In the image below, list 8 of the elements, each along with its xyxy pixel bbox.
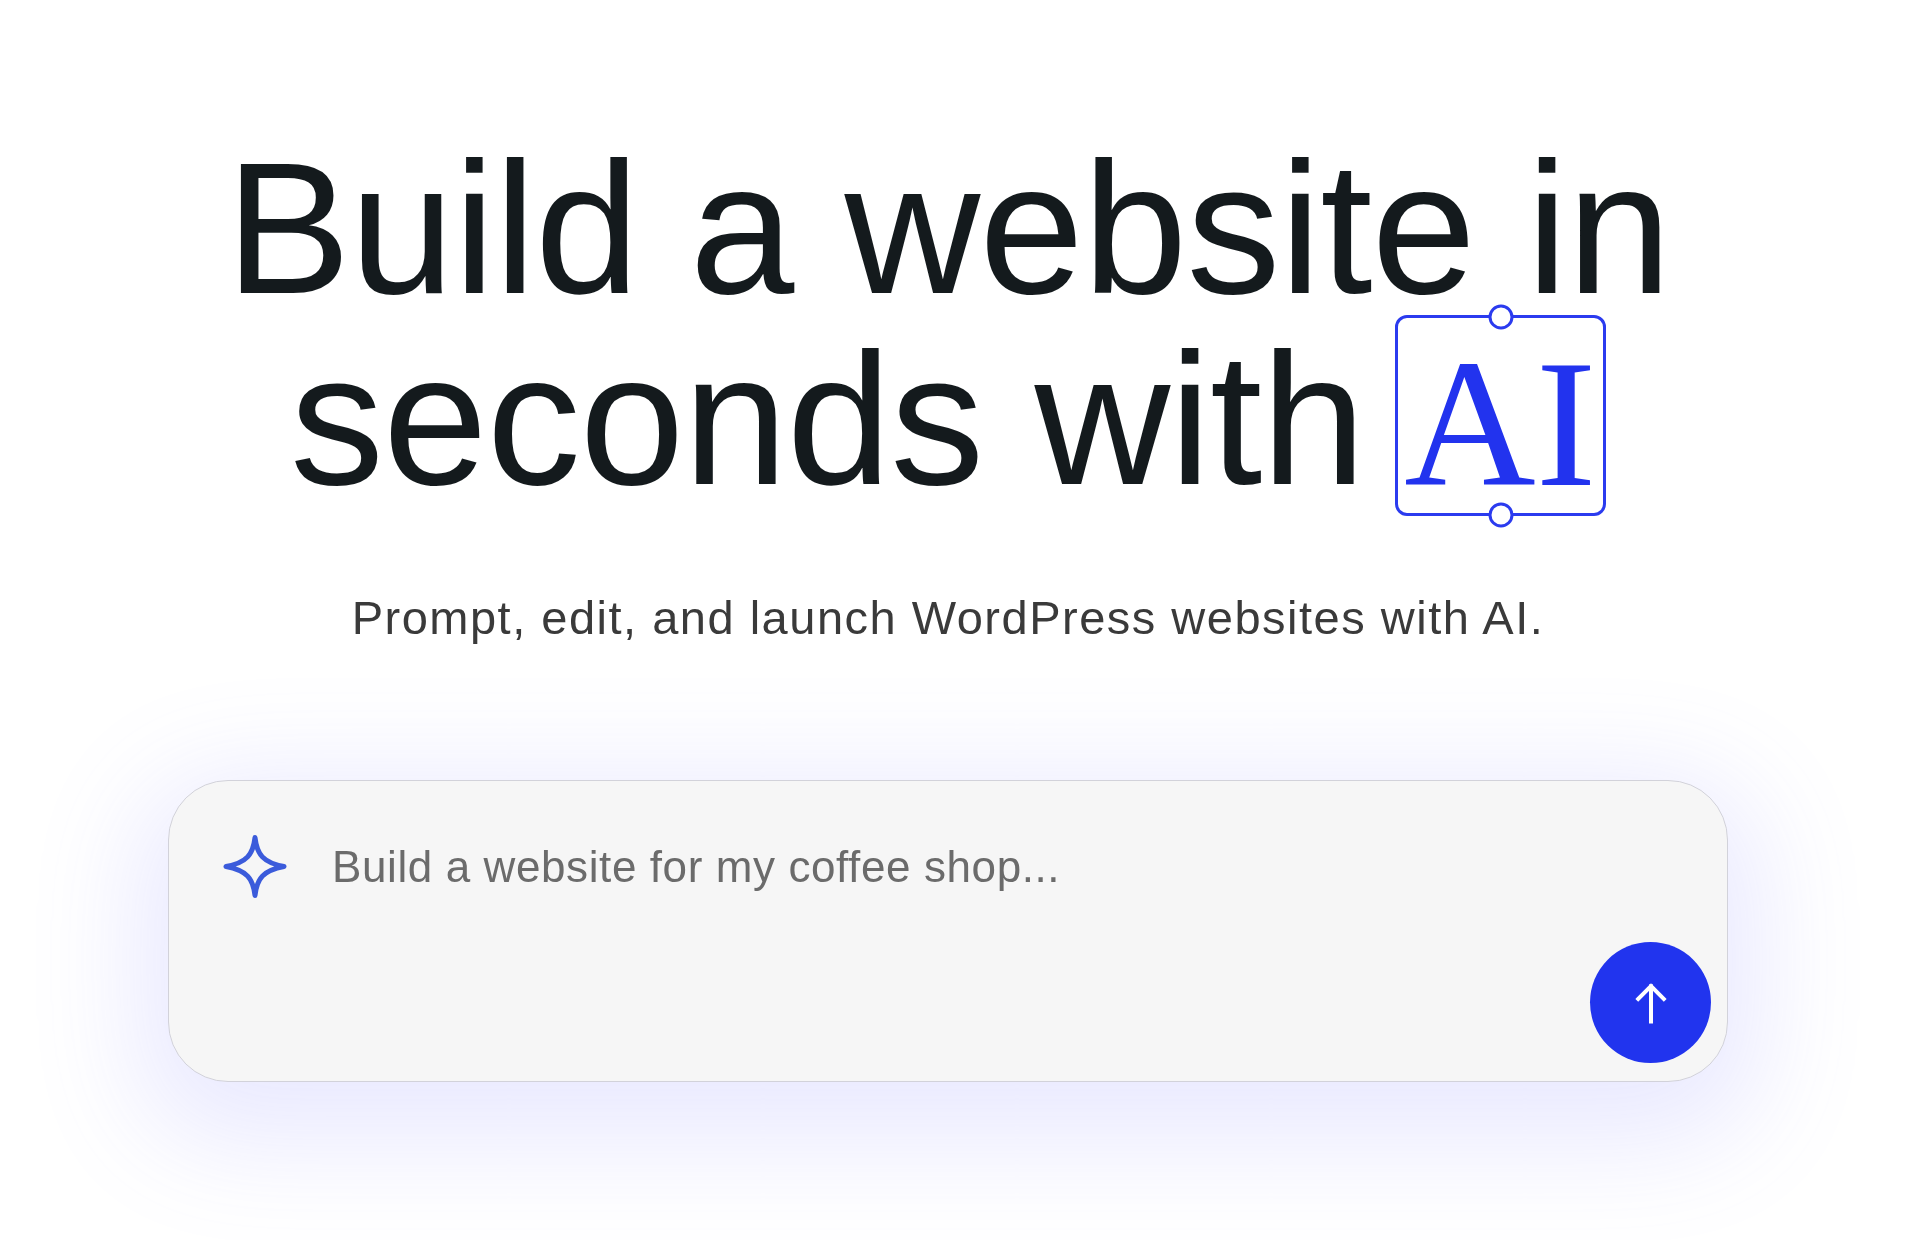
headline-text: seconds with bbox=[290, 323, 1365, 516]
prompt-input[interactable]: Build a website for my coffee shop... bbox=[332, 841, 1590, 1064]
prompt-field[interactable]: Build a website for my coffee shop... bbox=[168, 780, 1728, 1082]
sparkle-icon bbox=[223, 834, 287, 899]
headline-text: Build a website in bbox=[225, 154, 1671, 302]
handle-icon bbox=[1487, 304, 1514, 330]
subtitle: Prompt, edit, and launch WordPress websites with AI. bbox=[351, 590, 1545, 646]
handle-icon bbox=[1487, 502, 1514, 528]
